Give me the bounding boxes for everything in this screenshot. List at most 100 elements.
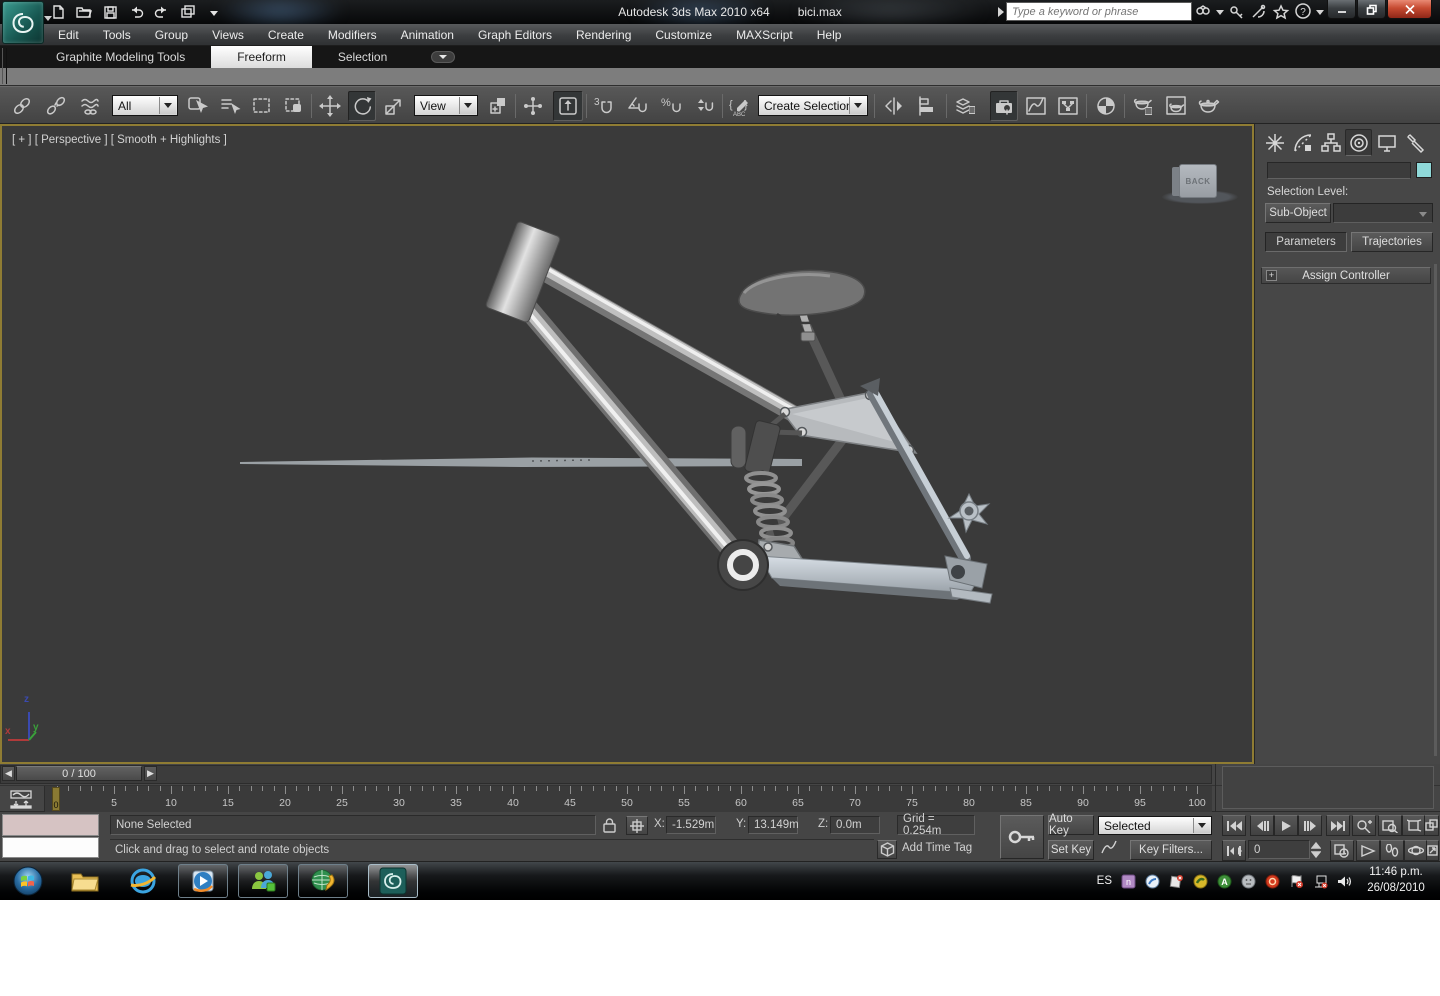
- minimize-button[interactable]: [1327, 0, 1356, 19]
- menu-group[interactable]: Group: [143, 24, 200, 46]
- select-and-manipulate-icon[interactable]: [519, 91, 547, 121]
- dropdown-arrow-icon[interactable]: [1193, 818, 1210, 833]
- mirror-icon[interactable]: [880, 91, 908, 121]
- play-button[interactable]: [1274, 815, 1298, 836]
- z-coordinate-field[interactable]: 0.0m: [830, 816, 880, 834]
- language-indicator[interactable]: ES: [1097, 875, 1112, 887]
- tab-create-icon[interactable]: [1261, 129, 1288, 156]
- menu-maxscript[interactable]: MAXScript: [724, 24, 805, 46]
- qat-dropdown-icon[interactable]: [204, 3, 224, 21]
- frame-spinner[interactable]: [1310, 840, 1322, 859]
- menu-views[interactable]: Views: [200, 24, 256, 46]
- snaps-toggle-icon[interactable]: 3: [590, 91, 618, 121]
- key-mode-toggle-button[interactable]: [1222, 840, 1246, 861]
- go-to-start-button[interactable]: [1222, 815, 1246, 836]
- go-to-end-button[interactable]: [1326, 815, 1350, 836]
- workspace-icon[interactable]: [178, 3, 198, 21]
- edit-named-selections-icon[interactable]: {}ABC: [726, 91, 754, 121]
- application-menu-caret-icon[interactable]: [44, 16, 52, 21]
- zoom-extents-all-icon[interactable]: [1424, 815, 1439, 836]
- tray-onenote-icon[interactable]: n: [1120, 873, 1136, 889]
- select-and-scale-icon[interactable]: [380, 91, 408, 121]
- reference-coordinate-dropdown[interactable]: View: [414, 95, 478, 116]
- select-and-link-icon[interactable]: [8, 91, 36, 121]
- select-object-icon[interactable]: [184, 91, 212, 121]
- tab-modify-icon[interactable]: [1289, 129, 1316, 156]
- spinner-snap-icon[interactable]: [690, 91, 718, 121]
- next-frame-arrow[interactable]: ▶: [144, 766, 157, 781]
- search-options-caret-icon[interactable]: [1214, 2, 1226, 21]
- align-icon[interactable]: [914, 91, 942, 121]
- maximize-viewport-toggle-icon[interactable]: [1426, 840, 1439, 861]
- ribbon-minimize-button[interactable]: [431, 51, 456, 63]
- close-button[interactable]: [1387, 0, 1432, 19]
- menu-rendering[interactable]: Rendering: [564, 24, 643, 46]
- tab-selection[interactable]: Selection: [312, 46, 413, 68]
- key-filters-button[interactable]: Key Filters...: [1130, 840, 1212, 860]
- layer-manager-icon[interactable]: [952, 91, 980, 121]
- ribbon-grip[interactable]: [2, 48, 7, 84]
- dropdown-arrow-icon[interactable]: [459, 97, 476, 114]
- menu-tools[interactable]: Tools: [91, 24, 143, 46]
- trajectories-button[interactable]: Trajectories: [1351, 232, 1433, 252]
- curve-editor-icon[interactable]: [1022, 91, 1050, 121]
- percent-snap-icon[interactable]: %: [658, 91, 686, 121]
- object-color-swatch[interactable]: [1416, 162, 1432, 178]
- next-frame-button[interactable]: [1298, 815, 1322, 836]
- timeline-ruler[interactable]: 5 10 15 20 25 30 35 40 45 50 55 60 65 70 75 80 85 90 95 100: [44, 786, 1212, 812]
- walk-through-icon[interactable]: [1380, 840, 1404, 861]
- restore-button[interactable]: [1357, 0, 1386, 19]
- tray-status-smiley-icon[interactable]: [1240, 873, 1256, 889]
- subscription-key-icon[interactable]: [1226, 2, 1248, 21]
- search-icon[interactable]: [1192, 2, 1214, 21]
- search-expand-icon[interactable]: [996, 6, 1006, 18]
- select-by-name-icon[interactable]: [216, 91, 244, 121]
- selection-lock-icon[interactable]: [601, 816, 618, 834]
- material-editor-icon[interactable]: [1092, 91, 1120, 121]
- isolate-selection-icon[interactable]: [877, 840, 897, 859]
- render-setup-icon[interactable]: [1130, 91, 1158, 121]
- sub-object-button[interactable]: Sub-Object: [1265, 203, 1331, 223]
- menu-create[interactable]: Create: [256, 24, 316, 46]
- selection-filter-dropdown[interactable]: All: [112, 95, 178, 116]
- zoom-viewport-icon[interactable]: [1352, 815, 1376, 836]
- unlink-selection-icon[interactable]: [42, 91, 70, 121]
- rollout-expand-icon[interactable]: +: [1266, 270, 1277, 281]
- add-time-tag[interactable]: Add Time Tag: [902, 842, 972, 854]
- open-file-icon[interactable]: [74, 3, 94, 21]
- bind-to-space-warp-icon[interactable]: [76, 91, 104, 121]
- save-file-icon[interactable]: [100, 3, 120, 21]
- select-and-move-icon[interactable]: [316, 91, 344, 121]
- schematic-view-icon[interactable]: [1054, 91, 1082, 121]
- window-crossing-toggle-icon[interactable]: [280, 91, 308, 121]
- tray-network-icon[interactable]: [1312, 873, 1328, 889]
- default-in-out-tangents-icon[interactable]: [1100, 840, 1122, 858]
- help-caret-icon[interactable]: [1314, 2, 1326, 21]
- auto-key-button[interactable]: Auto Key: [1048, 813, 1094, 837]
- redo-icon[interactable]: [152, 3, 172, 21]
- menu-edit[interactable]: Edit: [46, 24, 91, 46]
- taskbar-explorer-icon[interactable]: [60, 864, 110, 898]
- angle-snap-icon[interactable]: [624, 91, 652, 121]
- tray-device-error-icon[interactable]: [1168, 873, 1184, 889]
- dropdown-arrow-icon[interactable]: [849, 97, 866, 114]
- undo-icon[interactable]: [126, 3, 146, 21]
- set-key-button[interactable]: Set Key: [1048, 840, 1094, 860]
- x-coordinate-field[interactable]: -1.529m: [666, 816, 716, 834]
- panel-scrollbar[interactable]: [1434, 264, 1437, 756]
- taskbar-clock[interactable]: 11:46 p.m. 26/08/2010: [1356, 864, 1436, 898]
- help-icon[interactable]: ?: [1292, 2, 1314, 21]
- application-button[interactable]: [2, 1, 44, 44]
- rendered-frame-window-icon[interactable]: [1162, 91, 1190, 121]
- menu-modifiers[interactable]: Modifiers: [316, 24, 389, 46]
- sub-object-dropdown[interactable]: [1333, 203, 1433, 223]
- communication-center-icon[interactable]: [1248, 2, 1270, 21]
- tray-jdownloader-icon[interactable]: [1192, 873, 1208, 889]
- taskbar-media-player-icon[interactable]: [178, 864, 228, 898]
- object-name-field[interactable]: [1267, 162, 1411, 179]
- menu-help[interactable]: Help: [805, 24, 854, 46]
- favorites-star-icon[interactable]: [1270, 2, 1292, 21]
- zoom-extents-icon[interactable]: [1402, 815, 1426, 836]
- graphite-modeling-toggle-icon[interactable]: [990, 91, 1018, 121]
- time-configuration-button[interactable]: [1330, 840, 1354, 861]
